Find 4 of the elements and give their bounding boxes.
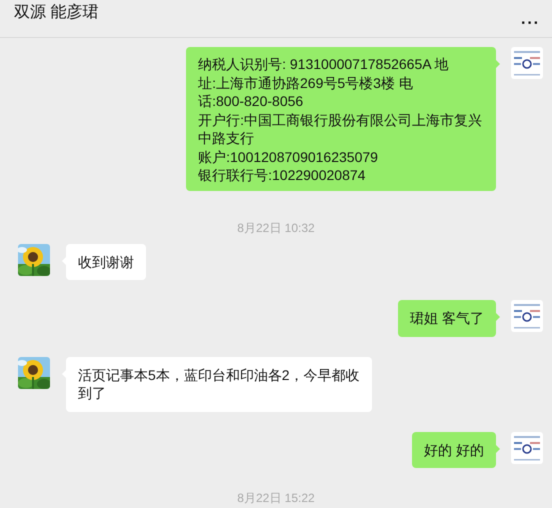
- more-menu-button[interactable]: ···: [521, 14, 540, 32]
- timestamp: 8月22日 15:22: [237, 490, 315, 507]
- chat-title: 双源 能彦珺: [14, 2, 98, 23]
- timestamp: 8月22日 10:32: [237, 220, 315, 236]
